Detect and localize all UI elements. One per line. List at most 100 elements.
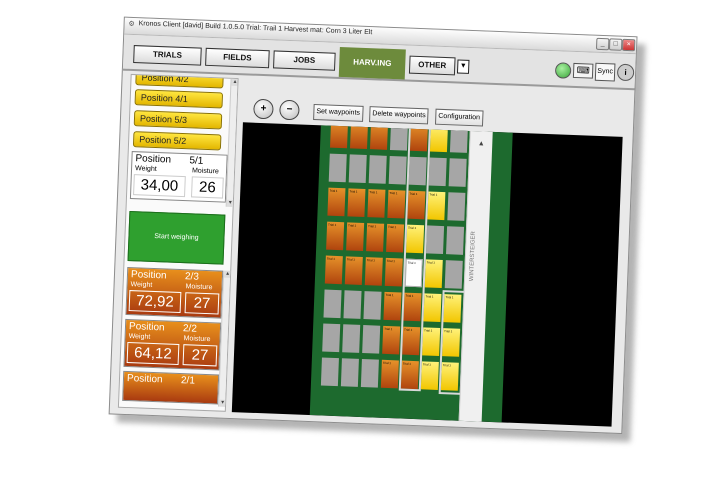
trial-plot[interactable] [426, 225, 445, 255]
trial-plot[interactable]: Trial 1 [364, 257, 383, 286]
trial-plot[interactable]: Trial 1 [420, 361, 439, 390]
current-position-card: Position 5/1 Weight Moisture 34,00 26 [129, 151, 228, 203]
zoom-out-icon[interactable]: − [279, 99, 300, 121]
moisture-label: Moisture [183, 335, 211, 344]
weight-value: 64,12 [126, 342, 180, 365]
trial-plot[interactable] [362, 325, 381, 354]
trial-plot[interactable]: Trial 1 [367, 189, 386, 218]
start-weighing-button[interactable]: Start weighing [127, 210, 226, 265]
card-position: 5/1 [189, 155, 204, 167]
trial-plot[interactable] [448, 158, 467, 187]
scroll-down-icon[interactable]: ▼ [218, 399, 227, 407]
position-button[interactable]: Position 4/1 [134, 89, 224, 109]
weight-label: Weight [134, 165, 157, 174]
scroll-up-icon[interactable]: ▲ [476, 139, 486, 149]
trial-plot[interactable]: Trial 1 [429, 123, 449, 153]
trial-plot[interactable] [322, 323, 341, 353]
delete-waypoints-button[interactable]: Delete waypoints [369, 106, 429, 125]
card-position: 2/3 [184, 271, 200, 283]
weight-value: 72,92 [128, 290, 182, 314]
zoom-in-icon[interactable]: + [253, 98, 274, 120]
trial-plot[interactable] [320, 357, 339, 387]
trial-plot[interactable] [389, 122, 409, 151]
trial-plot[interactable]: Trial 1 [366, 223, 385, 252]
status-light-icon [554, 62, 572, 79]
trial-plot[interactable]: Trial 1 [380, 359, 399, 389]
moisture-value: 27 [182, 344, 218, 367]
card-position: 2/1 [180, 375, 196, 387]
moisture-value: 27 [184, 292, 220, 315]
tab-other[interactable]: OTHER [408, 55, 456, 76]
moisture-value: 26 [191, 176, 224, 199]
set-waypoints-button[interactable]: Set waypoints [313, 103, 364, 122]
trial-plot[interactable] [444, 260, 463, 289]
trial-plot[interactable]: Trial 1 [382, 325, 401, 355]
trial-plot[interactable]: Trial 1 [386, 223, 405, 253]
other-dropdown-arrow-icon[interactable]: ▼ [456, 59, 470, 74]
keyboard-icon[interactable]: ⌨ [572, 62, 594, 79]
maximize-button[interactable]: □ [608, 38, 623, 51]
card-title: Position [126, 373, 163, 386]
result-card[interactable]: Position 2/2 Weight Moisture 64,12 27 [123, 318, 222, 371]
trial-plot[interactable]: Trial 1 [424, 259, 443, 289]
trial-plot[interactable] [348, 154, 367, 184]
weight-label: Weight [128, 333, 151, 341]
tab-trials[interactable]: TRIALS [133, 45, 202, 66]
trial-plot[interactable] [363, 291, 382, 320]
trial-plot[interactable]: Trial 1 [347, 188, 366, 218]
trial-plot[interactable]: Trial 1 [350, 122, 369, 150]
app-icon: ⚙ [128, 20, 135, 29]
trial-plot[interactable] [360, 359, 379, 388]
weight-label: Weight [130, 281, 153, 289]
close-button[interactable]: × [621, 38, 636, 52]
trial-plot[interactable]: Trial 1 [330, 122, 349, 149]
trial-plot[interactable]: Trial 1 [346, 222, 365, 251]
trial-plot[interactable] [368, 155, 387, 184]
result-card[interactable]: Position 2/1 [122, 370, 220, 405]
card-title: Position [130, 269, 167, 282]
trial-plot[interactable]: Trial 1 [422, 327, 441, 356]
field-map[interactable]: Trial 1 Trial 1 Trial 1 Trial 1 Trial 1 Trial… [231, 122, 623, 427]
trial-plot[interactable]: Trial 1 [383, 291, 402, 321]
trial-plot[interactable] [388, 155, 407, 185]
trial-plot[interactable] [447, 192, 466, 221]
trial-plot[interactable] [343, 290, 362, 319]
scroll-down-icon[interactable]: ▼ [226, 199, 234, 207]
sync-button[interactable]: Sync [594, 62, 616, 82]
weight-value: 34,00 [133, 174, 186, 198]
trial-plot[interactable]: Trial 1 [387, 189, 406, 219]
trial-plot[interactable] [323, 289, 342, 319]
result-card[interactable]: Position 2/3 Weight Moisture 72,92 27 [125, 266, 224, 319]
position-button[interactable]: Position 4/2 [135, 73, 224, 89]
trial-plot[interactable]: Trial 1 [423, 293, 442, 323]
trial-plot[interactable]: Trial 1 [384, 257, 403, 287]
card-title: Position [128, 321, 165, 334]
position-button[interactable]: Position 5/2 [132, 131, 222, 151]
trial-plot[interactable]: Trial 1 [324, 255, 343, 285]
tab-harvesting[interactable]: HARV.ING [338, 46, 406, 80]
tab-fields[interactable]: FIELDS [205, 47, 270, 69]
tab-jobs[interactable]: JOBS [273, 50, 336, 71]
trial-plot[interactable]: Trial 1 [327, 187, 346, 217]
trial-plot[interactable] [446, 226, 465, 255]
position-list-panel: Position 4/2 Position 4/1 Position 5/3 P… [117, 73, 239, 412]
trial-plot[interactable]: Trial 1 [344, 256, 363, 285]
trial-plot[interactable] [428, 157, 447, 187]
moisture-label: Moisture [185, 283, 213, 292]
minimize-button[interactable]: _ [595, 37, 610, 51]
trial-plot[interactable] [449, 124, 468, 153]
trial-plot[interactable]: Trial 1 [369, 122, 389, 150]
card-position: 2/2 [182, 323, 198, 335]
scroll-up-icon[interactable]: ▲ [223, 270, 232, 278]
window-title: Kronos Client [david] Build 1.0.5.0 Tria… [138, 20, 373, 37]
scroll-up-icon[interactable]: ▲ [231, 78, 239, 87]
position-button[interactable]: Position 5/3 [133, 110, 223, 130]
configuration-button[interactable]: Configuration [434, 108, 484, 127]
trial-plot[interactable] [328, 153, 347, 183]
info-button[interactable]: i [616, 63, 635, 82]
top-list-scrollbar[interactable]: ▲ ▼ [225, 78, 239, 207]
trial-plot[interactable] [342, 324, 361, 353]
trial-plot[interactable]: Trial 1 [326, 221, 345, 251]
trial-plot[interactable] [340, 358, 359, 387]
trial-plot[interactable]: Trial 1 [427, 191, 446, 221]
